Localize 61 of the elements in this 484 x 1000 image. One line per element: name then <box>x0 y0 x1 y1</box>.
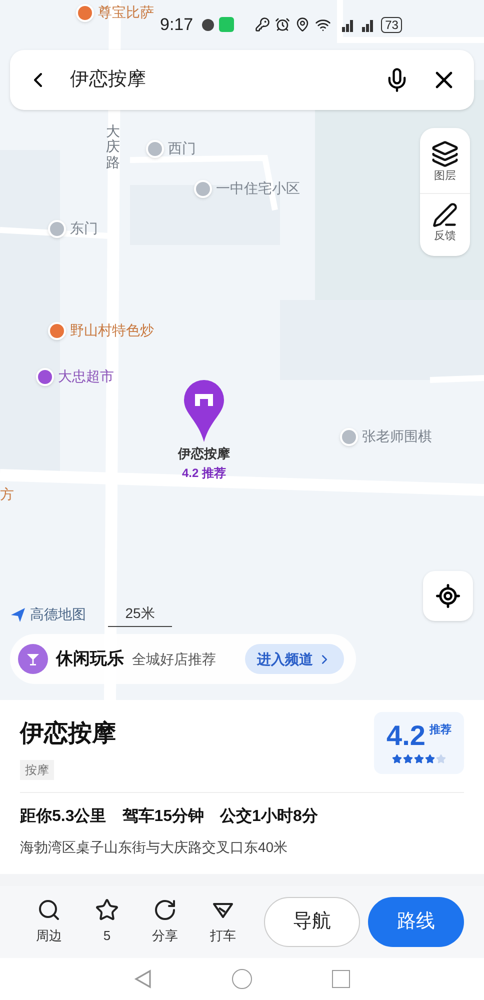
rating-star-icon <box>436 754 446 764</box>
poi-marker-icon <box>76 4 94 22</box>
key-icon <box>255 17 270 32</box>
map-view[interactable]: 尊宝比萨 大庆路 西门 一中住宅小区 东门 野山村特色炒 大忠超市 张老师围棋 方 9:17 73 伊恋按摩 图层 反馈 伊恋按摩 4.2 推荐 高德地图 25米 休闲玩乐 全城好店推荐 进入频道 <box>0 0 484 700</box>
locate-button[interactable] <box>423 571 473 621</box>
status-time: 9:17 <box>160 14 194 36</box>
recents-nav-icon[interactable] <box>332 970 350 988</box>
pen-icon <box>432 202 458 228</box>
poi-label[interactable]: 张老师围棋 <box>362 426 432 447</box>
address-text: 海勃湾区桌子山东街与大庆路交叉口东40米 <box>20 838 289 857</box>
wifi-icon <box>315 16 332 33</box>
route-button[interactable]: 路线 <box>368 897 464 947</box>
rating-star-icon <box>414 754 424 764</box>
rating-star-icon <box>425 754 435 764</box>
distance-text: 距你5.3公里 <box>20 806 106 827</box>
category-tag: 按摩 <box>20 760 54 780</box>
action-button[interactable]: 5 <box>78 898 136 946</box>
drive-time-text: 驾车15分钟 <box>122 806 204 827</box>
pin-rating: 4.2 推荐 <box>182 464 226 482</box>
location-icon <box>295 17 310 32</box>
place-name: 伊恋按摩 <box>20 719 116 749</box>
poi-label[interactable]: 西门 <box>168 138 196 159</box>
enter-channel-button[interactable]: 进入频道 <box>245 644 344 674</box>
road-label: 大庆路 <box>106 124 120 170</box>
score-label: 推荐 <box>429 722 452 738</box>
rating-star-icon <box>392 754 402 764</box>
map-tool-button[interactable]: 图层 <box>420 136 470 188</box>
layers-icon <box>431 140 459 168</box>
poi-label[interactable]: 大忠超市 <box>58 366 114 387</box>
poi-marker-icon <box>340 428 358 446</box>
search-field[interactable]: 伊恋按摩 <box>70 66 384 94</box>
transit-time-text: 公交1小时8分 <box>220 806 318 827</box>
locate-icon <box>435 583 461 609</box>
poi-marker-icon <box>146 140 164 158</box>
poi-marker-icon <box>194 180 212 198</box>
share-icon <box>153 898 177 922</box>
score-value: 4.2 <box>386 722 426 750</box>
star-icon <box>95 898 119 922</box>
promo-subtitle: 全城好店推荐 <box>132 650 216 668</box>
poi-label[interactable]: 东门 <box>70 218 98 239</box>
map-logo: 高德地图 <box>30 605 86 624</box>
pin-place-name: 伊恋按摩 <box>178 445 230 463</box>
promo-title: 休闲玩乐 <box>56 648 124 670</box>
scale-bar: 25米 <box>108 602 172 627</box>
action-button[interactable]: 周边 <box>20 898 78 946</box>
back-nav-icon[interactable] <box>134 969 152 989</box>
action-button[interactable]: 打车 <box>194 898 252 946</box>
shop-pin-icon[interactable] <box>182 378 226 444</box>
app-notification-icon <box>202 18 214 31</box>
home-nav-icon[interactable] <box>232 969 252 989</box>
paper-plane-icon <box>10 606 26 622</box>
map-tool-button[interactable]: 反馈 <box>420 192 470 248</box>
cocktail-icon <box>18 644 48 674</box>
rating-star-icon <box>403 754 413 764</box>
promo-banner[interactable]: 休闲玩乐 全城好店推荐 进入频道 <box>10 634 356 684</box>
search-icon <box>37 898 61 922</box>
action-button[interactable]: 分享 <box>136 898 194 946</box>
alarm-icon <box>275 17 290 32</box>
chat-app-icon <box>219 17 234 32</box>
navigate-button[interactable]: 导航 <box>264 897 360 947</box>
battery-level: 73 <box>381 16 402 33</box>
